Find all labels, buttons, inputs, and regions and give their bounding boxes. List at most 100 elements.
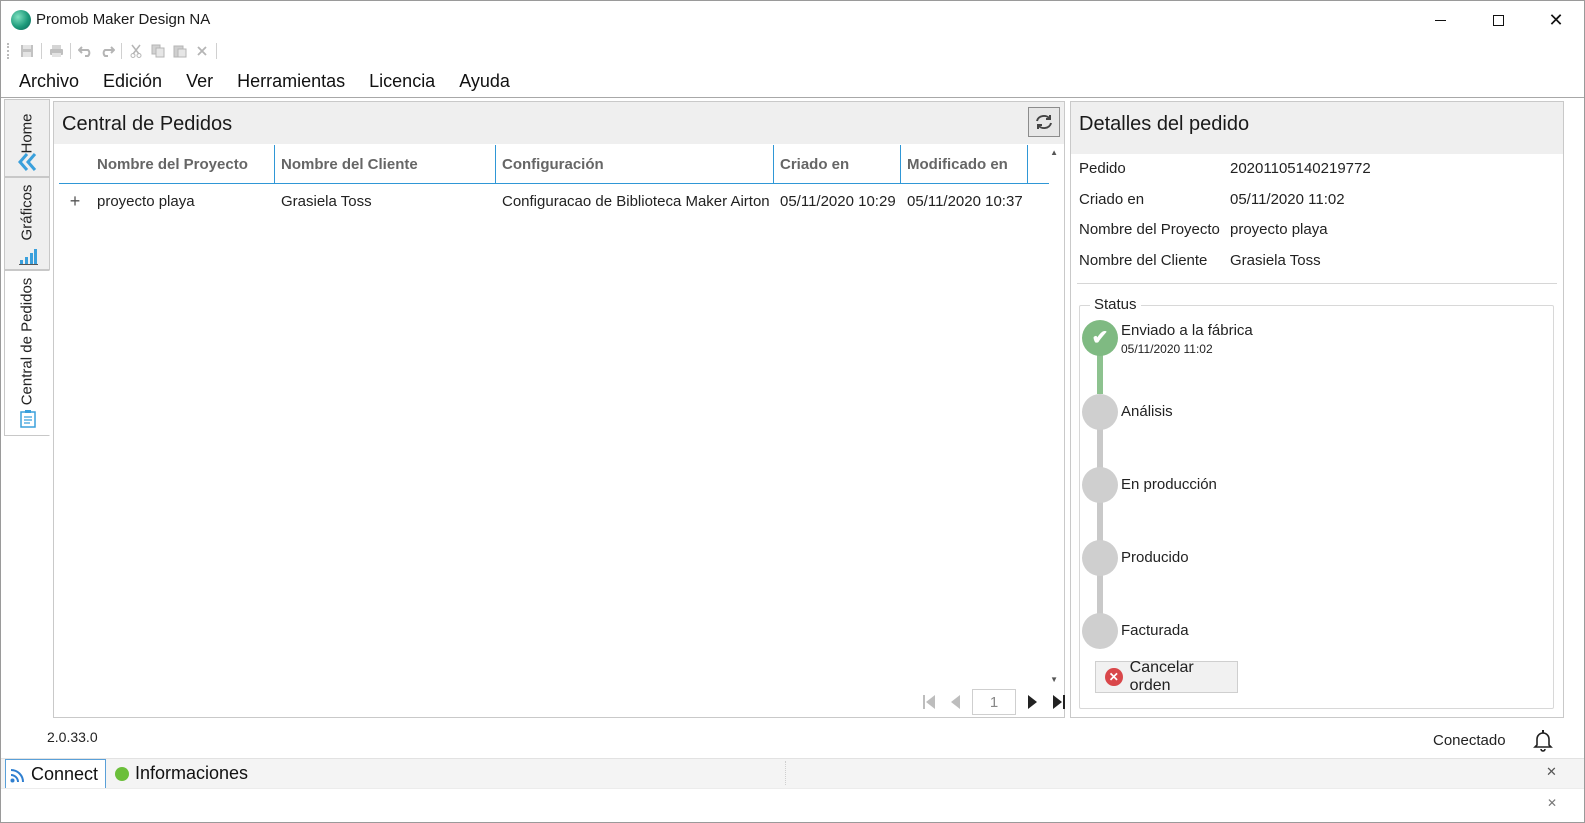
chart-icon (18, 246, 38, 266)
tab-informaciones[interactable]: Informaciones (111, 759, 248, 788)
orders-panel-header: Central de Pedidos (54, 102, 1064, 144)
print-icon[interactable] (45, 41, 67, 61)
undo-icon[interactable] (74, 41, 96, 61)
detail-cliente-label: Nombre del Cliente (1079, 252, 1208, 269)
first-page-icon (923, 695, 935, 709)
timeline-connector (1097, 426, 1103, 468)
table-row[interactable]: + proyecto playa Grasiela Toss Configura… (59, 186, 1049, 216)
connection-status: Conectado (1433, 732, 1506, 749)
step-sent-date: 05/11/2020 11:02 (1121, 342, 1213, 356)
detail-pedido-value: 20201105140219772 (1230, 160, 1371, 177)
side-tabs: Home Gráficos Central de Pedidos (4, 99, 51, 711)
app-window: Promob Maker Design NA ✕ Archivo Edición… (0, 0, 1585, 823)
cut-icon[interactable] (125, 41, 147, 61)
tab-home[interactable]: Home (4, 99, 50, 177)
tab-connect-label: Connect (31, 763, 99, 784)
column-modificado-en[interactable]: Modificado en (901, 145, 1028, 183)
step-sent-dot: ✔ (1082, 320, 1118, 356)
copy-icon[interactable] (147, 41, 169, 61)
status-legend: Status (1090, 296, 1141, 313)
refresh-icon (1036, 115, 1052, 129)
row-expand-button[interactable]: + (59, 186, 91, 216)
detail-proyecto-label: Nombre del Proyecto (1079, 221, 1220, 238)
save-icon[interactable] (16, 41, 38, 61)
minimize-button[interactable] (1411, 1, 1469, 39)
menu-archivo[interactable]: Archivo (7, 71, 91, 92)
scroll-up-arrow-icon[interactable]: ▲ (1050, 148, 1058, 157)
page-number-input[interactable]: 1 (972, 689, 1016, 715)
toolbar-grip[interactable] (7, 43, 10, 59)
step-analysis-dot (1082, 394, 1118, 430)
step-production-label: En producción (1121, 476, 1217, 493)
close-panel-icon[interactable]: ✕ (1546, 764, 1557, 780)
menu-licencia[interactable]: Licencia (357, 71, 447, 92)
tab-central-de-pedidos[interactable]: Central de Pedidos (4, 270, 50, 436)
toolbar-separator (41, 43, 42, 59)
cancel-order-button[interactable]: ✕ Cancelar orden (1095, 659, 1238, 694)
refresh-button[interactable] (1028, 107, 1060, 137)
delete-icon[interactable] (191, 41, 213, 61)
detail-proyecto-value: proyecto playa (1230, 221, 1328, 238)
detail-pedido-label: Pedido (1079, 160, 1126, 177)
prev-page-button[interactable] (942, 689, 968, 715)
timeline-connector (1097, 499, 1103, 541)
detail-proyecto: Nombre del Proyecto proyecto playa (1079, 221, 1328, 243)
timeline-connector-done (1097, 354, 1103, 394)
check-icon: ✔ (1091, 327, 1109, 349)
toolbar-separator (216, 43, 217, 59)
column-nombre-proyecto[interactable]: Nombre del Proyecto (91, 145, 275, 183)
version-label: 2.0.33.0 (47, 729, 98, 745)
column-nombre-cliente[interactable]: Nombre del Cliente (275, 145, 496, 183)
tab-central-label: Central de Pedidos (18, 277, 36, 406)
menu-ver[interactable]: Ver (174, 71, 225, 92)
menu-edicion[interactable]: Edición (91, 71, 174, 92)
toolbar-separator (121, 43, 122, 59)
detail-pedido: Pedido 20201105140219772 (1079, 160, 1371, 182)
close-icon: ✕ (1548, 10, 1564, 30)
redo-icon[interactable] (96, 41, 118, 61)
toolbar-separator (70, 43, 71, 59)
tab-connect[interactable]: Connect (5, 759, 106, 788)
bottom-bar-spacer (785, 761, 1545, 785)
menu-bar: Archivo Edición Ver Herramientas Licenci… (1, 65, 1584, 97)
next-page-button[interactable] (1020, 689, 1046, 715)
maximize-button[interactable] (1469, 1, 1527, 39)
tab-graficos-label: Gráficos (18, 184, 36, 241)
step-production-dot (1082, 467, 1118, 503)
cell-configuracion: Configuracao de Biblioteca Maker Airton (502, 192, 770, 210)
cell-criado: 05/11/2020 10:29 (780, 192, 896, 210)
app-logo-icon (11, 10, 31, 30)
detail-cliente-value: Grasiela Toss (1230, 252, 1321, 269)
last-page-icon (1053, 695, 1065, 709)
bottom-content-area (1, 788, 1584, 822)
detail-cliente: Nombre del Cliente Grasiela Toss (1079, 252, 1321, 274)
order-details-header: Detalles del pedido (1071, 102, 1563, 154)
orders-table-header: Nombre del Proyecto Nombre del Cliente C… (59, 145, 1049, 184)
details-divider (1077, 283, 1557, 284)
bottom-tab-bar: Connect Informaciones ✕ (1, 758, 1584, 788)
paste-icon[interactable] (169, 41, 191, 61)
menu-ayuda[interactable]: Ayuda (447, 71, 522, 92)
bell-icon[interactable] (1531, 728, 1555, 752)
menu-herramientas[interactable]: Herramientas (225, 71, 357, 92)
order-details-title: Detalles del pedido (1079, 113, 1250, 135)
close-bottom-icon[interactable]: ✕ (1547, 796, 1557, 810)
cell-modificado: 05/11/2020 10:37 (907, 192, 1023, 210)
column-criado-en[interactable]: Criado en (774, 145, 901, 183)
step-produced-label: Producido (1121, 549, 1189, 566)
tab-graficos[interactable]: Gráficos (4, 177, 50, 270)
scroll-down-arrow-icon[interactable]: ▼ (1050, 675, 1058, 684)
cancel-order-label: Cancelar orden (1129, 659, 1194, 694)
status-group: Status ✔ Enviado a la fábrica 05/11/2020… (1079, 296, 1554, 709)
orders-panel-title: Central de Pedidos (62, 113, 233, 135)
detail-criado: Criado en 05/11/2020 11:02 (1079, 191, 1345, 213)
last-page-button[interactable] (1046, 689, 1072, 715)
step-sent-label: Enviado a la fábrica (1121, 322, 1253, 339)
step-analysis-label: Análisis (1121, 403, 1173, 420)
column-configuracion[interactable]: Configuración (496, 145, 774, 183)
first-page-button[interactable] (916, 689, 942, 715)
maximize-icon (1492, 14, 1504, 26)
home-arrow-icon (18, 152, 38, 172)
close-button[interactable]: ✕ (1527, 1, 1585, 39)
timeline-connector (1097, 572, 1103, 614)
